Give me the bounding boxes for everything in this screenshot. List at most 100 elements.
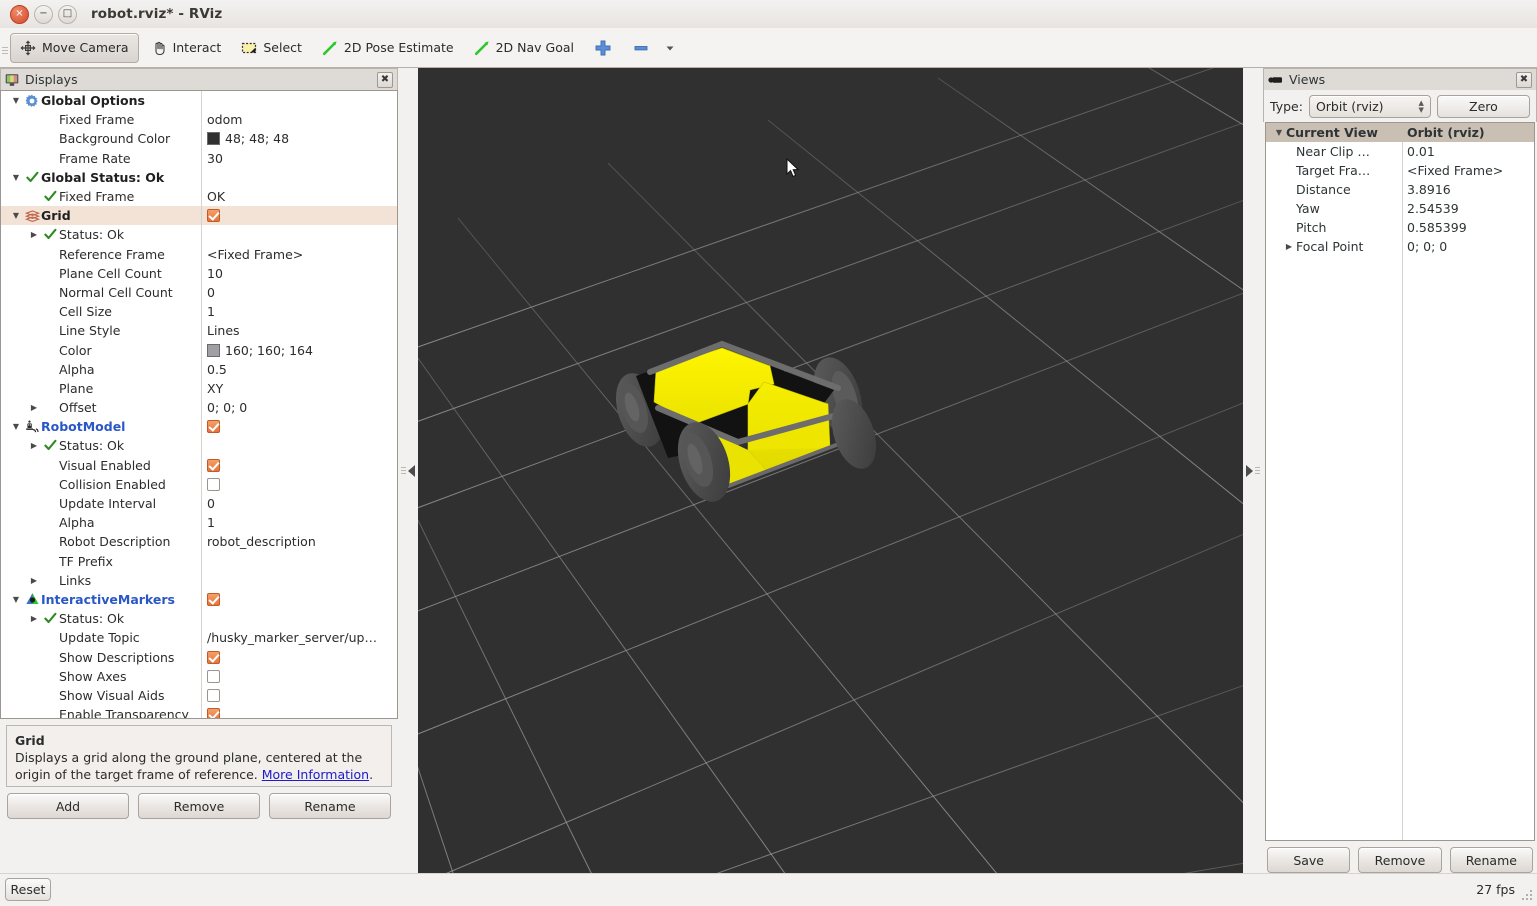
views-row-value[interactable]: 0; 0; 0 (1402, 237, 1534, 256)
display-row-value-cell[interactable] (201, 456, 397, 475)
display-row-value-cell[interactable]: OK (201, 187, 397, 206)
expand-arrow-right-icon[interactable]: ▶ (27, 230, 41, 239)
display-row-value-cell[interactable]: 1 (201, 513, 397, 532)
display-row[interactable]: ▶Plane Cell Count10 (1, 264, 397, 283)
display-row-value-cell[interactable]: 0 (201, 283, 397, 302)
rename-view-button[interactable]: Rename (1450, 847, 1533, 873)
displays-tree[interactable]: ▼Global Options▶Fixed Frameodom▶Backgrou… (0, 90, 398, 719)
display-row-value-cell[interactable] (201, 667, 397, 686)
more-information-link[interactable]: More Information (262, 767, 369, 782)
checkbox-checked[interactable] (207, 708, 220, 719)
display-row-value-cell[interactable]: 0; 0; 0 (201, 398, 397, 417)
display-row-value-cell[interactable]: robot_description (201, 532, 397, 551)
display-row[interactable]: ▶Line StyleLines (1, 321, 397, 340)
checkbox-checked[interactable] (207, 593, 220, 606)
zero-view-button[interactable]: Zero (1437, 95, 1530, 118)
expand-arrow-down-icon[interactable]: ▼ (9, 173, 23, 182)
checkbox-checked[interactable] (207, 651, 220, 664)
display-row-value-cell[interactable] (201, 686, 397, 705)
display-row[interactable]: ▶PlaneXY (1, 379, 397, 398)
expand-arrow-down-icon[interactable]: ▼ (9, 211, 23, 220)
display-row-value-cell[interactable] (201, 552, 397, 571)
display-row-value-cell[interactable]: /husky_marker_server/up… (201, 628, 397, 647)
views-row[interactable]: ▶Near Clip …0.01 (1266, 142, 1534, 161)
expand-arrow-right-icon[interactable]: ▶ (27, 441, 41, 450)
display-row-value-cell[interactable] (201, 168, 397, 187)
tool-overflow-menu[interactable] (660, 33, 680, 63)
display-row-value-cell[interactable]: <Fixed Frame> (201, 245, 397, 264)
right-splitter[interactable] (1243, 68, 1263, 873)
tool-2d-nav-goal[interactable]: 2D Nav Goal (464, 33, 584, 63)
remove-view-button[interactable]: Remove (1358, 847, 1441, 873)
tool-add-panel[interactable] (584, 33, 622, 63)
display-row[interactable]: ▶Show Visual Aids (1, 686, 397, 705)
tool-select[interactable]: Select (231, 33, 312, 63)
rename-display-button[interactable]: Rename (269, 793, 391, 819)
displays-close-icon[interactable]: ✖ (377, 72, 393, 88)
tool-2d-pose-estimate[interactable]: 2D Pose Estimate (312, 33, 464, 63)
display-row-value-cell[interactable] (201, 417, 397, 436)
display-row[interactable]: ▼Global Status: Ok (1, 168, 397, 187)
collapse-left-arrow-icon[interactable] (408, 465, 415, 477)
view-type-select[interactable]: Orbit (rviz) ▲▼ (1309, 95, 1431, 118)
3d-viewport[interactable] (418, 68, 1243, 873)
display-row[interactable]: ▶Fixed FrameOK (1, 187, 397, 206)
toolbar-grip[interactable] (0, 28, 10, 67)
expand-arrow-right-icon[interactable]: ▶ (27, 576, 41, 585)
display-row[interactable]: ▶Show Descriptions (1, 647, 397, 666)
display-row[interactable]: ▶Collision Enabled (1, 475, 397, 494)
display-row[interactable]: ▶TF Prefix (1, 552, 397, 571)
display-row-value-cell[interactable] (201, 571, 397, 590)
display-row[interactable]: ▶Normal Cell Count0 (1, 283, 397, 302)
tool-remove-panel[interactable] (622, 33, 660, 63)
husky-robot-model[interactable] (598, 338, 898, 528)
views-header-row[interactable]: ▼Current ViewOrbit (rviz) (1266, 123, 1534, 142)
views-row-value[interactable]: 2.54539 (1402, 199, 1534, 218)
expand-arrow-down-icon[interactable]: ▼ (9, 422, 23, 431)
resize-grip[interactable] (1522, 890, 1534, 902)
reset-button[interactable]: Reset (5, 878, 51, 901)
display-row[interactable]: ▼InteractiveMarkers (1, 590, 397, 609)
display-row[interactable]: ▶Show Axes (1, 667, 397, 686)
expand-arrow-right-icon[interactable]: ▶ (1282, 242, 1296, 251)
display-row[interactable]: ▶Status: Ok (1, 436, 397, 455)
close-window-button[interactable]: × (10, 5, 29, 24)
display-row-value-cell[interactable] (201, 436, 397, 455)
views-row[interactable]: ▶Pitch0.585399 (1266, 218, 1534, 237)
views-tree[interactable]: ▼Current ViewOrbit (rviz)▶Near Clip …0.0… (1265, 122, 1535, 841)
collapse-right-arrow-icon[interactable] (1246, 465, 1253, 477)
checkbox-unchecked[interactable] (207, 689, 220, 702)
expand-arrow-down-icon[interactable]: ▼ (9, 96, 23, 105)
display-row-value-cell[interactable] (201, 475, 397, 494)
display-row[interactable]: ▶Update Topic/husky_marker_server/up… (1, 628, 397, 647)
display-row-value-cell[interactable]: 30 (201, 149, 397, 168)
display-row-value-cell[interactable]: XY (201, 379, 397, 398)
views-row[interactable]: ▶Yaw2.54539 (1266, 199, 1534, 218)
views-row[interactable]: ▶Distance3.8916 (1266, 180, 1534, 199)
display-row[interactable]: ▶Cell Size1 (1, 302, 397, 321)
display-row-value-cell[interactable]: 0.5 (201, 360, 397, 379)
tool-interact[interactable]: Interact (141, 33, 232, 63)
display-row-value-cell[interactable] (201, 647, 397, 666)
display-row-value-cell[interactable]: odom (201, 110, 397, 129)
display-row[interactable]: ▶Status: Ok (1, 225, 397, 244)
left-splitter[interactable] (398, 68, 418, 873)
display-row-value-cell[interactable] (201, 225, 397, 244)
display-row[interactable]: ▶Robot Descriptionrobot_description (1, 532, 397, 551)
display-row-value-cell[interactable] (201, 206, 397, 225)
display-row[interactable]: ▶Alpha1 (1, 513, 397, 532)
add-display-button[interactable]: Add (7, 793, 129, 819)
display-row-value-cell[interactable]: 1 (201, 302, 397, 321)
save-view-button[interactable]: Save (1267, 847, 1350, 873)
views-row-value[interactable]: <Fixed Frame> (1402, 161, 1534, 180)
expand-arrow-down-icon[interactable]: ▼ (9, 595, 23, 604)
expand-arrow-right-icon[interactable]: ▶ (27, 614, 41, 623)
display-row[interactable]: ▶Update Interval0 (1, 494, 397, 513)
checkbox-checked[interactable] (207, 420, 220, 433)
display-row[interactable]: ▶Enable Transparency (1, 705, 397, 719)
display-row[interactable]: ▼Global Options (1, 91, 397, 110)
maximize-window-button[interactable]: □ (58, 5, 77, 24)
display-row-value-cell[interactable] (201, 590, 397, 609)
display-row[interactable]: ▶Fixed Frameodom (1, 110, 397, 129)
color-swatch[interactable] (207, 344, 220, 357)
